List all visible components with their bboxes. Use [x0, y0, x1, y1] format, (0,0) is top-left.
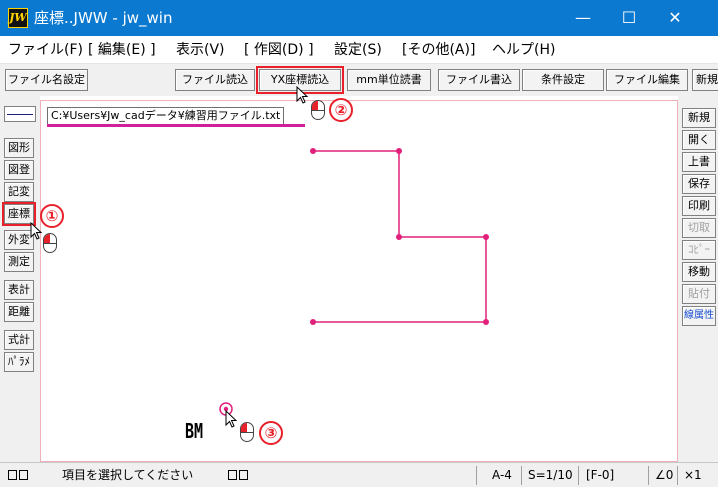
minimize-button[interactable]: — — [560, 0, 606, 36]
tool-copy[interactable]: ｺﾋﾟｰ — [682, 240, 716, 260]
drawing-layer — [219, 148, 489, 416]
maximize-button[interactable]: ☐ — [606, 0, 652, 36]
menu-edit[interactable]: [ 編集(E) ] — [88, 41, 156, 59]
status-message: 項目を選択してください — [62, 468, 194, 482]
step-3-callout: ③ — [259, 421, 283, 445]
step-1-callout: ① — [40, 204, 64, 228]
left-tool-column: 図形 図登 記変 座標 外変 測定 表計 距離 式計 ﾊﾟﾗﾒ — [0, 96, 40, 462]
scale-indicator[interactable]: S=1/10 — [528, 467, 573, 484]
angle-indicator[interactable]: ∠0 — [655, 467, 673, 484]
tool-parameter[interactable]: ﾊﾟﾗﾒ — [4, 352, 34, 372]
tool-line-attributes[interactable]: 線属性 — [682, 306, 716, 326]
tool-coordinates[interactable]: 座標 — [2, 202, 36, 226]
tool-symbol-convert[interactable]: 記変 — [4, 182, 34, 202]
jw-app-icon: JW — [8, 8, 28, 28]
layer-indicator[interactable]: [F-0] — [586, 467, 614, 484]
tool-new[interactable]: 新規 — [682, 108, 716, 128]
menu-view[interactable]: 表示(V) — [176, 41, 225, 59]
pointer-cursor-icon — [30, 222, 42, 240]
pointer-cursor-icon — [296, 86, 308, 104]
zoom-indicator[interactable]: ×1 — [684, 467, 702, 484]
tool-cut[interactable]: 切取 — [682, 218, 716, 238]
status-bar: 項目を選択してください A-4 S=1/10 [F-0] ∠0 ×1 — [0, 462, 718, 487]
tool-save[interactable]: 保存 — [682, 174, 716, 194]
status-separator — [521, 466, 522, 485]
tool-open[interactable]: 開く — [682, 130, 716, 150]
tool-formula-calc[interactable]: 式計 — [4, 330, 34, 350]
status-indicator-icon — [8, 467, 30, 484]
file-path-underline — [47, 124, 305, 127]
file-path-label: C:¥Users¥Jw_cadデータ¥練習用ファイル.txt — [47, 107, 285, 125]
paper-size[interactable]: A-4 — [492, 467, 512, 484]
file-edit-button[interactable]: ファイル編集 — [606, 69, 688, 91]
status-separator — [476, 466, 477, 485]
benchmark-label: BM — [185, 419, 204, 443]
right-tool-column: 新規 開く 上書 保存 印刷 切取 ｺﾋﾟｰ 移動 貼付 線属性 — [678, 96, 718, 462]
step-2-callout: ② — [329, 98, 353, 122]
vertex-point — [396, 148, 402, 154]
status-separator — [648, 466, 649, 485]
tool-print[interactable]: 印刷 — [682, 196, 716, 216]
menu-file[interactable]: ファイル(F) — [8, 41, 83, 59]
file-write-button[interactable]: ファイル書込 — [438, 69, 520, 91]
menu-bar: ファイル(F) [ 編集(E) ] 表示(V) [ 作図(D) ] 設定(S) … — [0, 36, 718, 64]
command-toolbar: ファイル名設定 ファイル読込 YX座標読込 mm単位読書 ファイル書込 条件設定… — [0, 64, 718, 96]
tool-shape[interactable]: 図形 — [4, 138, 34, 158]
status-indicator-icon — [228, 467, 250, 484]
vertex-point — [483, 319, 489, 325]
title-bar: JW 座標..JWW - jw_win — ☐ ✕ — [0, 0, 718, 36]
file-read-button[interactable]: ファイル読込 — [175, 69, 255, 91]
tool-shape-register[interactable]: 図登 — [4, 160, 34, 180]
vertex-point — [396, 234, 402, 240]
left-click-mouse-icon — [43, 233, 57, 253]
tool-distance[interactable]: 距離 — [4, 302, 34, 322]
menu-draw[interactable]: [ 作図(D) ] — [244, 41, 314, 59]
menu-help[interactable]: ヘルプ(H) — [492, 41, 555, 59]
close-button[interactable]: ✕ — [652, 0, 698, 36]
pointer-cursor-icon — [225, 410, 237, 428]
menu-other[interactable]: [その他(A)] — [402, 41, 475, 59]
status-separator — [578, 466, 579, 485]
tool-move[interactable]: 移動 — [682, 262, 716, 282]
left-click-mouse-icon — [311, 100, 325, 120]
filename-settings-button[interactable]: ファイル名設定 — [5, 69, 88, 91]
vertex-point — [483, 234, 489, 240]
condition-settings-button[interactable]: 条件設定 — [522, 69, 604, 91]
tool-measure[interactable]: 測定 — [4, 252, 34, 272]
vertex-point — [310, 148, 316, 154]
new-button-partial[interactable]: 新規 — [692, 69, 718, 91]
window-title: 座標..JWW - jw_win — [34, 9, 173, 27]
menu-settings[interactable]: 設定(S) — [334, 41, 382, 59]
tool-paste[interactable]: 貼付 — [682, 284, 716, 304]
mm-unit-read-button[interactable]: mm単位読書 — [347, 69, 431, 91]
tool-table-calc[interactable]: 表計 — [4, 280, 34, 300]
tool-overwrite[interactable]: 上書 — [682, 152, 716, 172]
vertex-point — [310, 319, 316, 325]
status-separator — [677, 466, 678, 485]
line-type-swatch[interactable] — [4, 106, 36, 122]
left-click-mouse-icon — [240, 422, 254, 442]
drawing-canvas[interactable]: C:¥Users¥Jw_cadデータ¥練習用ファイル.txt BM — [40, 100, 678, 462]
